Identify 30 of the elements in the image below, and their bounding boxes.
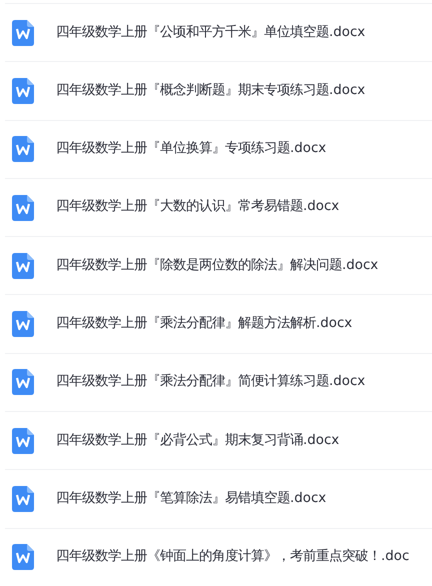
word-document-icon (12, 252, 34, 279)
file-name: 四年级数学上册『概念判断题』期末专项练习题.docx (56, 82, 366, 100)
file-name: 四年级数学上册『必背公式』期末复习背诵.docx (56, 432, 340, 450)
file-row[interactable]: 四年级数学上册『笔算除法』易错填空题.docx (5, 469, 432, 528)
file-row[interactable]: 四年级数学上册『乘法分配律』简便计算练习题.docx (5, 352, 432, 412)
file-name: 四年级数学上册『笔算除法』易错填空题.docx (56, 490, 326, 508)
file-row[interactable]: 四年级数学上册『除数是两位数的除法』解决问题.docx (5, 236, 432, 294)
word-document-icon (12, 78, 34, 104)
file-name: 四年级数学上册『乘法分配律』简便计算练习题.docx (56, 372, 366, 392)
word-document-icon (12, 311, 34, 338)
file-row[interactable]: 四年级数学上册『乘法分配律』解题方法解析.docx (5, 294, 432, 353)
word-document-icon (12, 136, 34, 162)
file-row[interactable]: 四年级数学上册『公顷和平方千米』单位填空题.docx (5, 3, 432, 62)
file-name: 四年级数学上册『单位换算』专项练习题.docx (56, 140, 326, 158)
file-row[interactable]: 四年级数学上册『概念判断题』期末专项练习题.docx (5, 61, 432, 120)
word-document-icon (12, 20, 34, 46)
file-row[interactable]: 四年级数学上册『必背公式』期末复习背诵.docx (5, 411, 432, 470)
word-document-icon (12, 369, 34, 396)
file-name: 四年级数学上册『乘法分配律』解题方法解析.docx (56, 314, 352, 334)
file-row[interactable]: 四年级数学上册『单位换算』专项练习题.docx (5, 120, 432, 178)
file-row[interactable]: 四年级数学上册『大数的认识』常考易错题.docx (5, 178, 432, 236)
file-name: 四年级数学上册《钟面上的角度计算》，考前重点突破！.doc (56, 548, 410, 566)
word-document-icon (12, 544, 34, 570)
file-name: 四年级数学上册『公顷和平方千米』单位填空题.docx (56, 24, 366, 42)
word-document-icon (12, 428, 34, 454)
file-name: 四年级数学上册『大数的认识』常考易错题.docx (56, 198, 340, 216)
file-row[interactable]: 四年级数学上册《钟面上的角度计算》，考前重点突破！.doc (5, 528, 432, 586)
file-name: 四年级数学上册『除数是两位数的除法』解决问题.docx (56, 256, 378, 275)
word-document-icon (12, 486, 34, 512)
word-document-icon (12, 194, 34, 221)
